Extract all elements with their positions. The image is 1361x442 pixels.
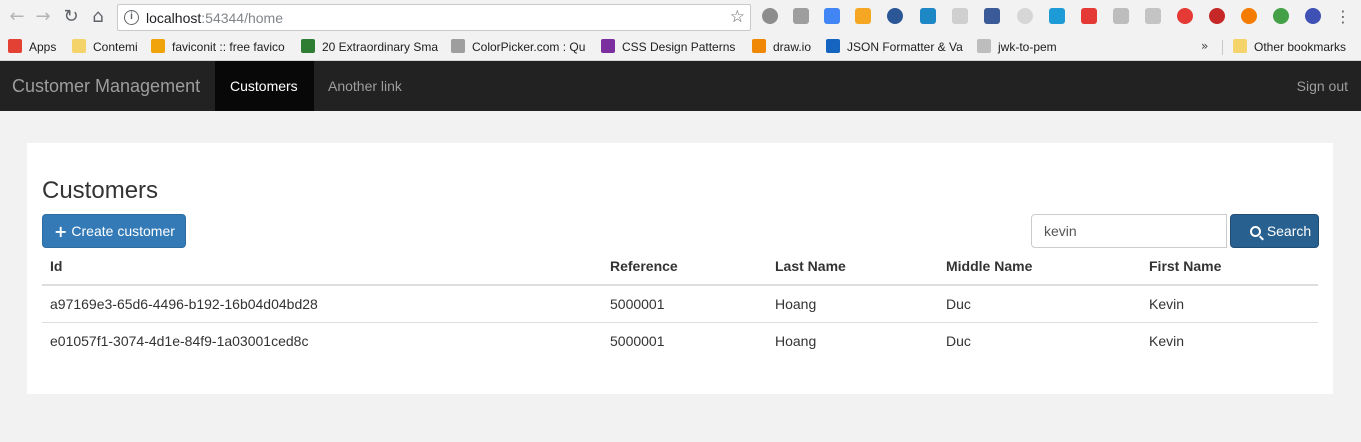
extension-translate-icon[interactable] bbox=[824, 8, 840, 24]
column-header-reference: Reference bbox=[602, 248, 767, 286]
extension-lifebuoy-icon[interactable] bbox=[1241, 8, 1257, 24]
apps-grid-icon bbox=[8, 39, 22, 53]
cell-id: a97169e3-65d6-4496-b192-16b04d04bd28 bbox=[42, 285, 602, 323]
bookmarks-divider bbox=[1222, 40, 1223, 55]
table-header-row: Id Reference Last Name Middle Name First… bbox=[42, 248, 1318, 286]
cell-last-name: Hoang bbox=[775, 332, 817, 349]
bookmark-favicon-icon bbox=[601, 39, 615, 53]
app-navbar: Customer Management Customers Another li… bbox=[0, 61, 1361, 111]
table-row[interactable]: a97169e3-65d6-4496-b192-16b04d04bd28 500… bbox=[42, 285, 1318, 323]
bookmark-item[interactable]: ColorPicker.com : Qu bbox=[451, 39, 591, 55]
column-header-last-name: Last Name bbox=[767, 248, 938, 286]
url-text: localhost:54344/home bbox=[146, 10, 283, 26]
extension-c-icon[interactable] bbox=[887, 8, 903, 24]
cell-first-name: Kevin bbox=[1149, 332, 1185, 349]
bookmark-label: faviconit :: free favico bbox=[172, 40, 285, 54]
browser-toolbar: ← → ↻ ⌂ i localhost:54344/home ☆ ⋮ bbox=[0, 0, 1361, 34]
bookmark-item[interactable]: CSS Design Patterns bbox=[601, 39, 743, 55]
cell-id: e01057f1-3074-4d1e-84f9-1a03001ced8c bbox=[50, 332, 309, 349]
cell-reference: 5000001 bbox=[602, 285, 767, 323]
bookmark-favicon-icon bbox=[451, 39, 465, 53]
extension-opera-icon[interactable] bbox=[1177, 8, 1193, 24]
bookmark-label: jwk-to-pem bbox=[998, 40, 1057, 54]
bookmark-item[interactable]: Contemi bbox=[72, 39, 142, 55]
nav-another-link[interactable]: Another link bbox=[328, 78, 402, 94]
column-header-middle-name: Middle Name bbox=[938, 248, 1141, 286]
bookmark-item[interactable]: JSON Formatter & Va bbox=[826, 39, 966, 55]
extension-new-icon[interactable] bbox=[1273, 8, 1289, 24]
nav-customers-label: Customers bbox=[230, 78, 298, 94]
search-button[interactable]: Search bbox=[1230, 214, 1319, 248]
search-icon bbox=[1249, 226, 1261, 237]
bookmark-item[interactable]: Apps bbox=[8, 39, 68, 55]
info-icon[interactable]: i bbox=[124, 10, 139, 25]
cell-middle-name: Duc bbox=[946, 332, 971, 349]
extension-moon-icon[interactable] bbox=[1305, 8, 1321, 24]
bookmark-other[interactable]: Other bookmarks bbox=[1233, 39, 1346, 55]
create-customer-button[interactable]: + Create customer bbox=[42, 214, 186, 248]
signout-link[interactable]: Sign out bbox=[1297, 78, 1348, 94]
table-row[interactable]: e01057f1-3074-4d1e-84f9-1a03001ced8c 500… bbox=[42, 322, 1318, 359]
bookmark-favicon-icon bbox=[151, 39, 165, 53]
brand-title[interactable]: Customer Management bbox=[12, 76, 200, 97]
bookmark-label: Contemi bbox=[93, 40, 138, 54]
home-icon[interactable]: ⌂ bbox=[87, 6, 109, 28]
menu-dots-icon[interactable]: ⋮ bbox=[1332, 6, 1354, 28]
search-button-label: Search bbox=[1266, 223, 1312, 239]
bookmark-label: CSS Design Patterns bbox=[622, 40, 736, 54]
nav-customers[interactable]: Customers bbox=[215, 61, 314, 111]
bookmark-label: 20 Extraordinary Sma bbox=[322, 40, 439, 54]
extension-ip-icon[interactable] bbox=[793, 8, 809, 24]
bookmark-item[interactable]: jwk-to-pem bbox=[977, 39, 1067, 55]
search-input[interactable] bbox=[1031, 214, 1227, 248]
extension-wave-icon[interactable] bbox=[1049, 8, 1065, 24]
back-arrow-icon[interactable]: ← bbox=[6, 6, 28, 28]
cell-middle-name: Duc bbox=[938, 285, 1141, 323]
cell-first-name: Kevin bbox=[1141, 285, 1318, 323]
extension-ninja-icon[interactable] bbox=[920, 8, 936, 24]
bookmark-star-icon[interactable]: ☆ bbox=[730, 7, 745, 27]
page-title: Customers bbox=[42, 177, 159, 204]
bookmarks-bar: » Other bookmarks Apps Contemi faviconit :… bbox=[0, 34, 1361, 61]
bookmark-label: ColorPicker.com : Qu bbox=[472, 40, 586, 54]
cell-reference: 5000001 bbox=[610, 332, 665, 349]
extension-feather-icon[interactable] bbox=[1017, 8, 1033, 24]
extension-settings-icon[interactable] bbox=[762, 8, 778, 24]
bookmark-label: JSON Formatter & Va bbox=[847, 40, 963, 54]
forward-arrow-icon[interactable]: → bbox=[32, 6, 54, 28]
bookmark-favicon-icon bbox=[826, 39, 840, 53]
bookmark-label: Apps bbox=[29, 40, 57, 54]
customers-table: Id Reference Last Name Middle Name First… bbox=[42, 248, 1318, 359]
folder-icon bbox=[1233, 39, 1247, 53]
bookmark-item[interactable]: 20 Extraordinary Sma bbox=[301, 39, 441, 55]
address-bar[interactable]: i localhost:54344/home ☆ bbox=[117, 4, 751, 31]
cell-last-name: Hoang bbox=[767, 285, 938, 323]
bookmark-favicon-icon bbox=[72, 39, 86, 53]
customers-panel: Customers +Create customer Search Id Ref… bbox=[27, 143, 1333, 394]
extension-rss-icon[interactable] bbox=[1145, 8, 1161, 24]
bookmark-favicon-icon bbox=[977, 39, 991, 53]
bookmarks-overflow-chevron[interactable]: » bbox=[1201, 39, 1208, 53]
extension-table-icon[interactable] bbox=[1113, 8, 1129, 24]
reload-icon[interactable]: ↻ bbox=[60, 6, 82, 28]
column-header-first-name: First Name bbox=[1141, 248, 1318, 286]
bookmark-item[interactable]: draw.io bbox=[752, 39, 818, 55]
extension-m-icon[interactable] bbox=[1081, 8, 1097, 24]
bookmark-label: draw.io bbox=[773, 40, 812, 54]
extension-grid-icon[interactable] bbox=[855, 8, 871, 24]
plus-icon: + bbox=[54, 222, 68, 241]
extension-csp-icon[interactable] bbox=[984, 8, 1000, 24]
create-customer-label: Create customer bbox=[71, 223, 175, 239]
bookmark-item[interactable]: faviconit :: free favico bbox=[151, 39, 291, 55]
bookmark-favicon-icon bbox=[752, 39, 766, 53]
column-header-id: Id bbox=[42, 248, 602, 286]
bookmark-favicon-icon bbox=[301, 39, 315, 53]
extension-abp-icon[interactable] bbox=[1209, 8, 1225, 24]
extension-json-icon[interactable] bbox=[952, 8, 968, 24]
